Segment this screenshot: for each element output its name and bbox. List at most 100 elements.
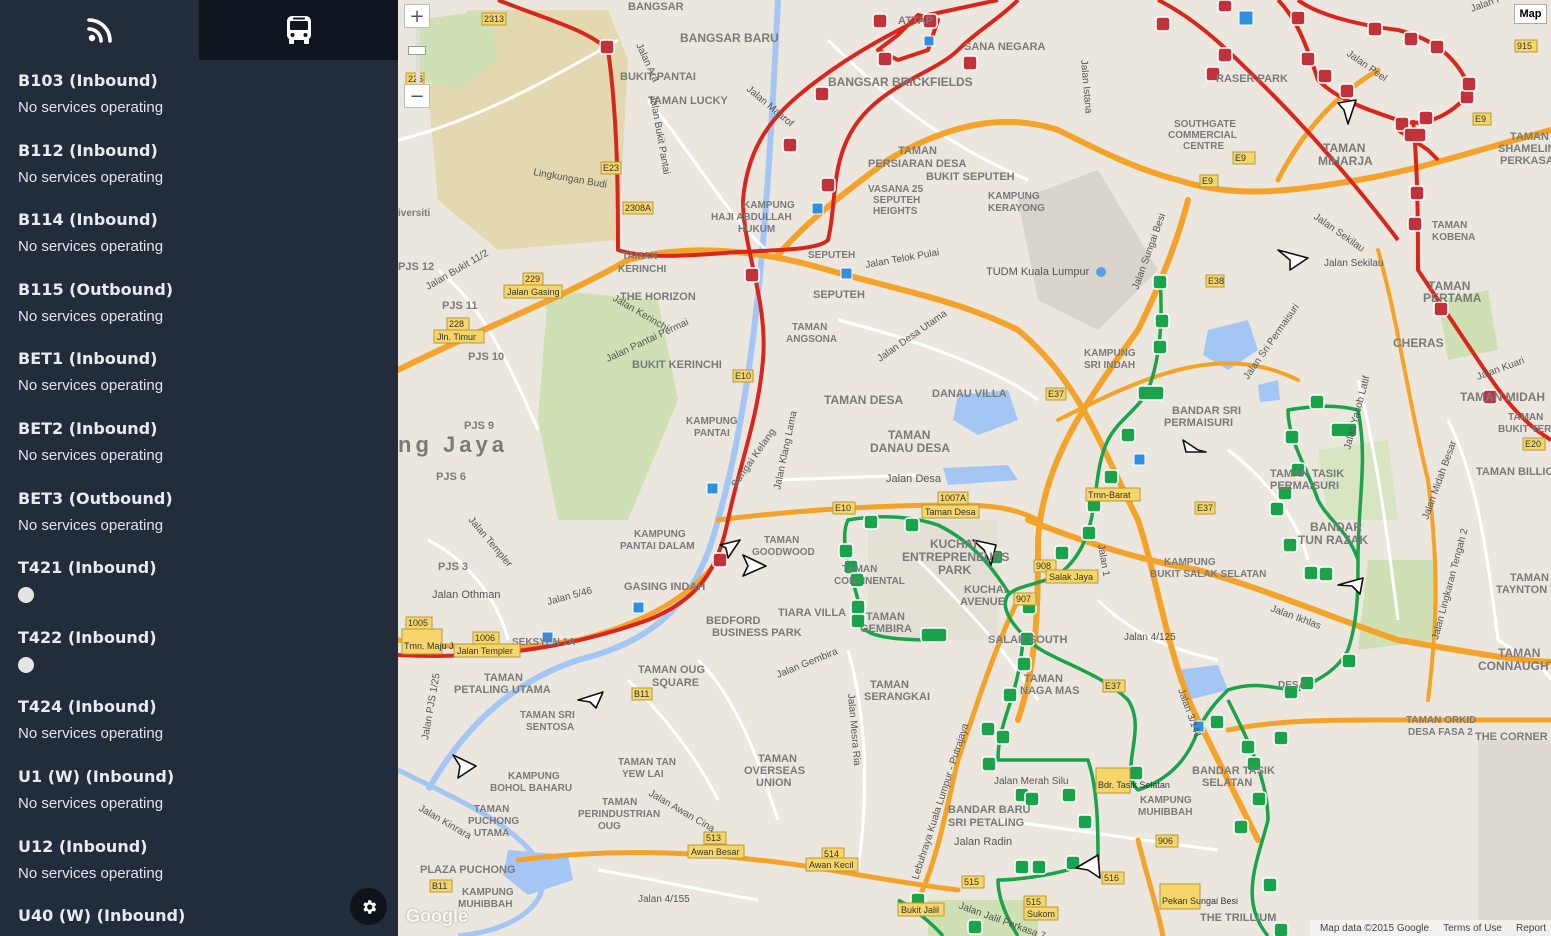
map-label: PERMAISURI [1270,480,1339,492]
map-view[interactable]: BANGSAR BANGSAR BARU BUKIT PANTAI TAMAN … [398,0,1551,936]
map-label: VASANA 25 [868,184,923,195]
map-label: KAMPUNG [1084,348,1136,359]
tab-bus-routes[interactable] [199,0,398,60]
map-label: TAMAN OUG [638,664,705,676]
shield-label: 228 [449,319,464,329]
map-label: PANTAI [694,428,730,439]
map-label: SRI INDAH [1084,360,1135,371]
map-label: iversiti [398,208,430,219]
route-status: No services operating [18,516,164,534]
map-label: TAMAN [866,611,905,623]
map-label: Jalan Othman [432,589,500,601]
route-name: T422 (Inbound) [18,627,157,647]
bus-dot-indicator [18,587,34,604]
map-label: UNION [756,777,792,789]
map-label: DESA FASA 2 [1408,727,1473,738]
route-name: B103 (Inbound) [18,71,158,90]
route-status: No services operating [18,794,164,812]
route-status: No services operating [18,446,164,464]
shield-label: E37 [1197,503,1213,513]
report-link[interactable]: Report [1516,923,1546,934]
map-label: SQUARE [652,677,699,689]
map-label: BOHOL BAHARU [490,783,572,794]
map-type-button[interactable]: Map [1514,4,1547,24]
map-label: TAYNTON VIEW [1496,584,1551,596]
map-label: TIARA VILLA [778,607,846,619]
route-item-u12[interactable]: U12 (Inbound) No services operating [0,832,398,902]
map-label: KUCHAI [964,584,1007,596]
zoom-slider-track[interactable] [416,28,420,84]
map-label: BANDAR [1310,520,1362,534]
map-label: PJS 10 [468,351,504,363]
route-item-t424[interactable]: T424 (Inbound) No services operating [0,692,398,762]
map-label: BEDFORD [706,615,760,627]
route-item-b112[interactable]: B112 (Inbound) No services operating [0,136,398,206]
place-tag: Salak Jaya [1049,572,1093,582]
park-area [1358,560,1438,650]
map-label: KUCHAI [930,537,977,551]
route-name: BET1 (Inbound) [18,349,158,369]
route-item-bet3[interactable]: BET3 (Outbound) No services operating [0,484,398,554]
map-label: SEPUTEH [873,195,920,206]
zoom-out-button[interactable]: − [404,84,430,108]
map-label: TAMAN [1498,646,1540,660]
shield-label: E9 [1202,176,1213,186]
map-label: PJS 9 [464,420,494,432]
shield-label: E23 [603,163,619,173]
shield-label: E10 [735,371,751,381]
shield-label: 2313 [484,14,504,24]
route-item-bet1[interactable]: BET1 (Inbound) No services operating [0,344,398,414]
zoom-slider-handle[interactable] [408,46,426,55]
shield-label: 2308A [625,203,651,213]
map-label: HUKUM [738,224,775,235]
route-status: No services operating [18,377,164,395]
map-label: BUKIT SEPUTEH [926,171,1015,183]
map-label: TAMAN ORKID [1406,715,1476,726]
map-label: ANGSONA [786,334,837,345]
route-item-t422[interactable]: T422 (Inbound) [0,623,398,693]
tab-feed[interactable] [0,0,199,60]
map-label: MUHIBBAH [1138,807,1192,818]
route-name: B112 (Inbound) [18,140,158,160]
route-item-bet2[interactable]: BET2 (Inbound) No services operating [0,414,398,484]
map-label: BANDAR SRI [1172,405,1241,417]
zoom-in-button[interactable]: + [404,4,430,28]
map-label: OVERSEAS [744,765,805,777]
map-label: BANGSAR BARU [680,31,779,45]
map-label: OUG [598,821,621,832]
map-label: SEPUTEH [808,250,855,261]
map-label: ATTAP [898,15,933,27]
route-item-t421[interactable]: T421 (Inbound) [0,553,398,623]
route-item-u1[interactable]: U1 (W) (Inbound) No services operating [0,762,398,832]
place-tag: Jln. Timur [437,332,476,342]
map-label: TAMAN [602,797,637,808]
route-status: No services operating [18,725,164,743]
sidebar-tabs [0,0,398,60]
map-label: UTAMA [474,828,509,839]
map-label: BANGSAR BRICKFIELDS [828,75,973,89]
shield-label: 229 [525,274,540,284]
map-label: KAMPUNG [743,200,795,211]
map-label: Jalan Radin [954,836,1012,848]
airport-icon [1096,267,1106,277]
route-item-b114[interactable]: B114 (Inbound) No services operating [0,205,398,275]
shield-label: 513 [706,833,721,843]
shield-label: 515 [964,877,979,887]
route-item-b115[interactable]: B115 (Outbound) No services operating [0,275,398,345]
settings-button[interactable] [350,888,387,925]
map-label: TAMAN [888,428,930,442]
map-label: TAMAN TAN [618,757,676,768]
map-label: PERINDUSTRIAN [578,809,660,820]
place-tag: Awan Besar [691,847,739,857]
terms-link[interactable]: Terms of Use [1443,923,1502,934]
shield-label: 907 [1016,594,1031,604]
map-label: TUN RAZAK [1298,533,1368,547]
map-label: CHERAS [1393,336,1444,350]
route-status: No services operating [18,238,164,256]
map-label: PANTAI DALAM [620,541,695,552]
map-label: KAMPUNG [634,529,686,540]
shield-label: E9 [1235,153,1246,163]
place-tag: Bukit Jalil [901,905,939,915]
route-item-b103[interactable]: B103 (Inbound) No services operating [0,66,398,136]
route-item-u40[interactable]: U40 (W) (Inbound) [0,901,398,936]
